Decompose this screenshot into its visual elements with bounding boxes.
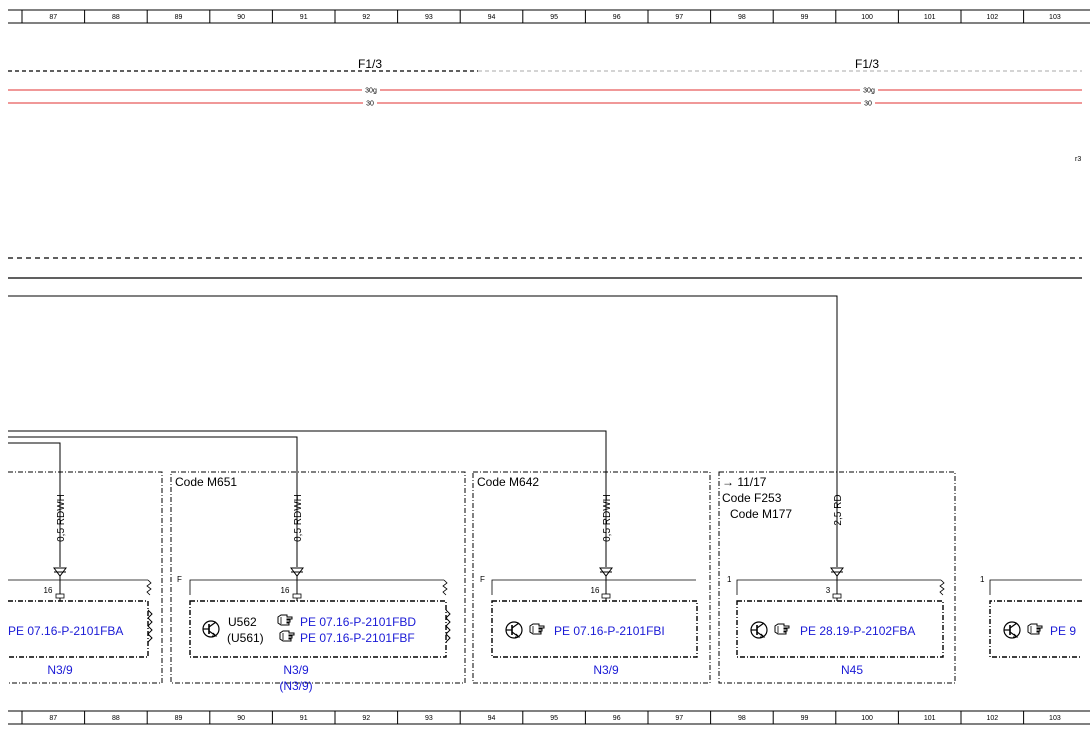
edge-fragment: r3 bbox=[1075, 156, 1081, 163]
component-label-alt: (N3/9) bbox=[279, 679, 312, 693]
pin-number: 3 bbox=[826, 586, 831, 595]
pin-number: 16 bbox=[591, 586, 600, 595]
side-letter: 1 bbox=[727, 575, 732, 584]
pointing-hand-icon bbox=[774, 623, 790, 635]
signal-wires bbox=[8, 295, 838, 567]
doc-link[interactable]: PE 07.16-P-2101FBF bbox=[300, 631, 415, 645]
module-title: Code M177 bbox=[730, 507, 792, 521]
top-ruler-number: 103 bbox=[1049, 14, 1061, 21]
bottom-ruler-number: 98 bbox=[738, 715, 746, 722]
top-ruler-number: 92 bbox=[362, 14, 370, 21]
variant-code: (U561) bbox=[227, 631, 264, 645]
top-ruler-number: 102 bbox=[986, 14, 998, 21]
pointing-hand-icon bbox=[1027, 623, 1043, 635]
pointing-hand-icon bbox=[529, 623, 545, 635]
component-label: N3/9 bbox=[593, 663, 619, 677]
fuse-label: F1/3 bbox=[855, 57, 879, 71]
wire-label: 0,5 RDWH bbox=[56, 494, 67, 542]
pin-number: 16 bbox=[44, 586, 53, 595]
top-ruler-number: 94 bbox=[488, 14, 496, 21]
component-label: N3/9 bbox=[283, 663, 309, 677]
transistor-symbol-icon bbox=[505, 621, 523, 639]
wire-label: 2,5 RD bbox=[833, 494, 844, 525]
top-ruler-number: 90 bbox=[237, 14, 245, 21]
bottom-ruler-number: 102 bbox=[986, 715, 998, 722]
pointing-hand-icon bbox=[279, 630, 295, 642]
fuse-label: F1/3 bbox=[358, 57, 382, 71]
connector-arrow-icon bbox=[599, 567, 613, 577]
top-ruler-number: 93 bbox=[425, 14, 433, 21]
bottom-ruler-number: 90 bbox=[237, 715, 245, 722]
power-line-marker: 30 bbox=[366, 101, 374, 108]
module-title: Code M642 bbox=[477, 475, 539, 489]
bottom-ruler-number: 89 bbox=[175, 715, 183, 722]
top-ruler-number: 88 bbox=[112, 14, 120, 21]
bottom-ruler-number: 92 bbox=[362, 715, 370, 722]
pin-number: 16 bbox=[281, 586, 290, 595]
top-ruler-number: 87 bbox=[49, 14, 57, 21]
connector-arrow-icon bbox=[290, 567, 304, 577]
bottom-ruler-number: 96 bbox=[613, 715, 621, 722]
wire-label: 0,5 RDWH bbox=[602, 494, 613, 542]
bottom-ruler-number: 97 bbox=[675, 715, 683, 722]
bottom-ruler-number: 87 bbox=[49, 715, 57, 722]
top-ruler-number: 91 bbox=[300, 14, 308, 21]
bottom-ruler-number: 94 bbox=[488, 715, 496, 722]
power-line-30g: 30g 30g bbox=[8, 86, 1082, 95]
doc-link[interactable]: PE 07.16-P-2101FBA bbox=[8, 624, 123, 638]
bottom-ruler-number: 103 bbox=[1049, 715, 1061, 722]
component-label: N3/9 bbox=[47, 663, 73, 677]
bottom-ruler-number: 101 bbox=[924, 715, 936, 722]
top-ruler-number: 89 bbox=[175, 14, 183, 21]
module-box: 16 PE 07.16-P-2101FBA N3/9 bbox=[8, 471, 163, 684]
top-ruler-number: 96 bbox=[613, 14, 621, 21]
module-box: 1 PE 9 bbox=[980, 575, 1082, 658]
side-letter: 1 bbox=[980, 575, 985, 584]
top-ruler-number: 98 bbox=[738, 14, 746, 21]
bottom-ruler-number: 100 bbox=[861, 715, 873, 722]
transistor-symbol-icon bbox=[202, 620, 220, 638]
bottom-ruler-number: 99 bbox=[801, 715, 809, 722]
bottom-ruler-number: 95 bbox=[550, 715, 558, 722]
connector-arrow-icon bbox=[830, 567, 844, 577]
top-ruler-number: 97 bbox=[675, 14, 683, 21]
side-letter: F bbox=[177, 575, 182, 584]
bottom-ruler-number: 93 bbox=[425, 715, 433, 722]
variant-code: U562 bbox=[228, 615, 257, 629]
bottom-ruler-number: 88 bbox=[112, 715, 120, 722]
power-line-30: 30 30 bbox=[8, 99, 1082, 108]
power-line-marker: 30g bbox=[863, 88, 875, 95]
fuse-line: F1/3 F1/3 bbox=[8, 57, 1082, 72]
doc-link[interactable]: PE 07.16-P-2101FBI bbox=[554, 624, 665, 638]
doc-link[interactable]: PE 9 bbox=[1050, 624, 1076, 638]
bottom-ruler-number: 91 bbox=[300, 715, 308, 722]
transistor-symbol-icon bbox=[750, 621, 768, 639]
module-box: Code M651 F 16 U562 (U561) PE 07.16-P-21… bbox=[170, 471, 466, 693]
top-ruler-number: 100 bbox=[861, 14, 873, 21]
module-box: Code M642 F 16 PE 07.16-P-2101FBI N3/9 bbox=[472, 471, 711, 684]
power-line-marker: 30g bbox=[365, 88, 377, 95]
doc-link[interactable]: PE 07.16-P-2101FBD bbox=[300, 615, 416, 629]
power-line-marker: 30 bbox=[864, 101, 872, 108]
connector-arrow-icon bbox=[53, 567, 67, 577]
component-label: N45 bbox=[841, 663, 863, 677]
module-title: Code M651 bbox=[175, 475, 237, 489]
wiring-diagram: 87 88 89 90 91 92 93 94 95 96 97 98 99 100 101 102 103 8… bbox=[8, 9, 1090, 725]
transistor-symbol-icon bbox=[1003, 621, 1021, 639]
top-ruler: 87 88 89 90 91 92 93 94 95 96 97 98 99 100 101 102 103 bbox=[8, 9, 1090, 24]
top-ruler-number: 99 bbox=[801, 14, 809, 21]
module-title: Code F253 bbox=[722, 491, 782, 505]
pointing-hand-icon bbox=[277, 614, 293, 626]
top-ruler-number: 95 bbox=[550, 14, 558, 21]
doc-link[interactable]: PE 28.19-P-2102FBA bbox=[800, 624, 915, 638]
wire-label: 0,5 RDWH bbox=[293, 494, 304, 542]
bottom-ruler: 87 88 89 90 91 92 93 94 95 96 97 98 99 100 101 102 103 bbox=[8, 710, 1090, 725]
module-title: → 11/17 bbox=[722, 475, 767, 489]
side-letter: F bbox=[480, 575, 485, 584]
top-ruler-number: 101 bbox=[924, 14, 936, 21]
